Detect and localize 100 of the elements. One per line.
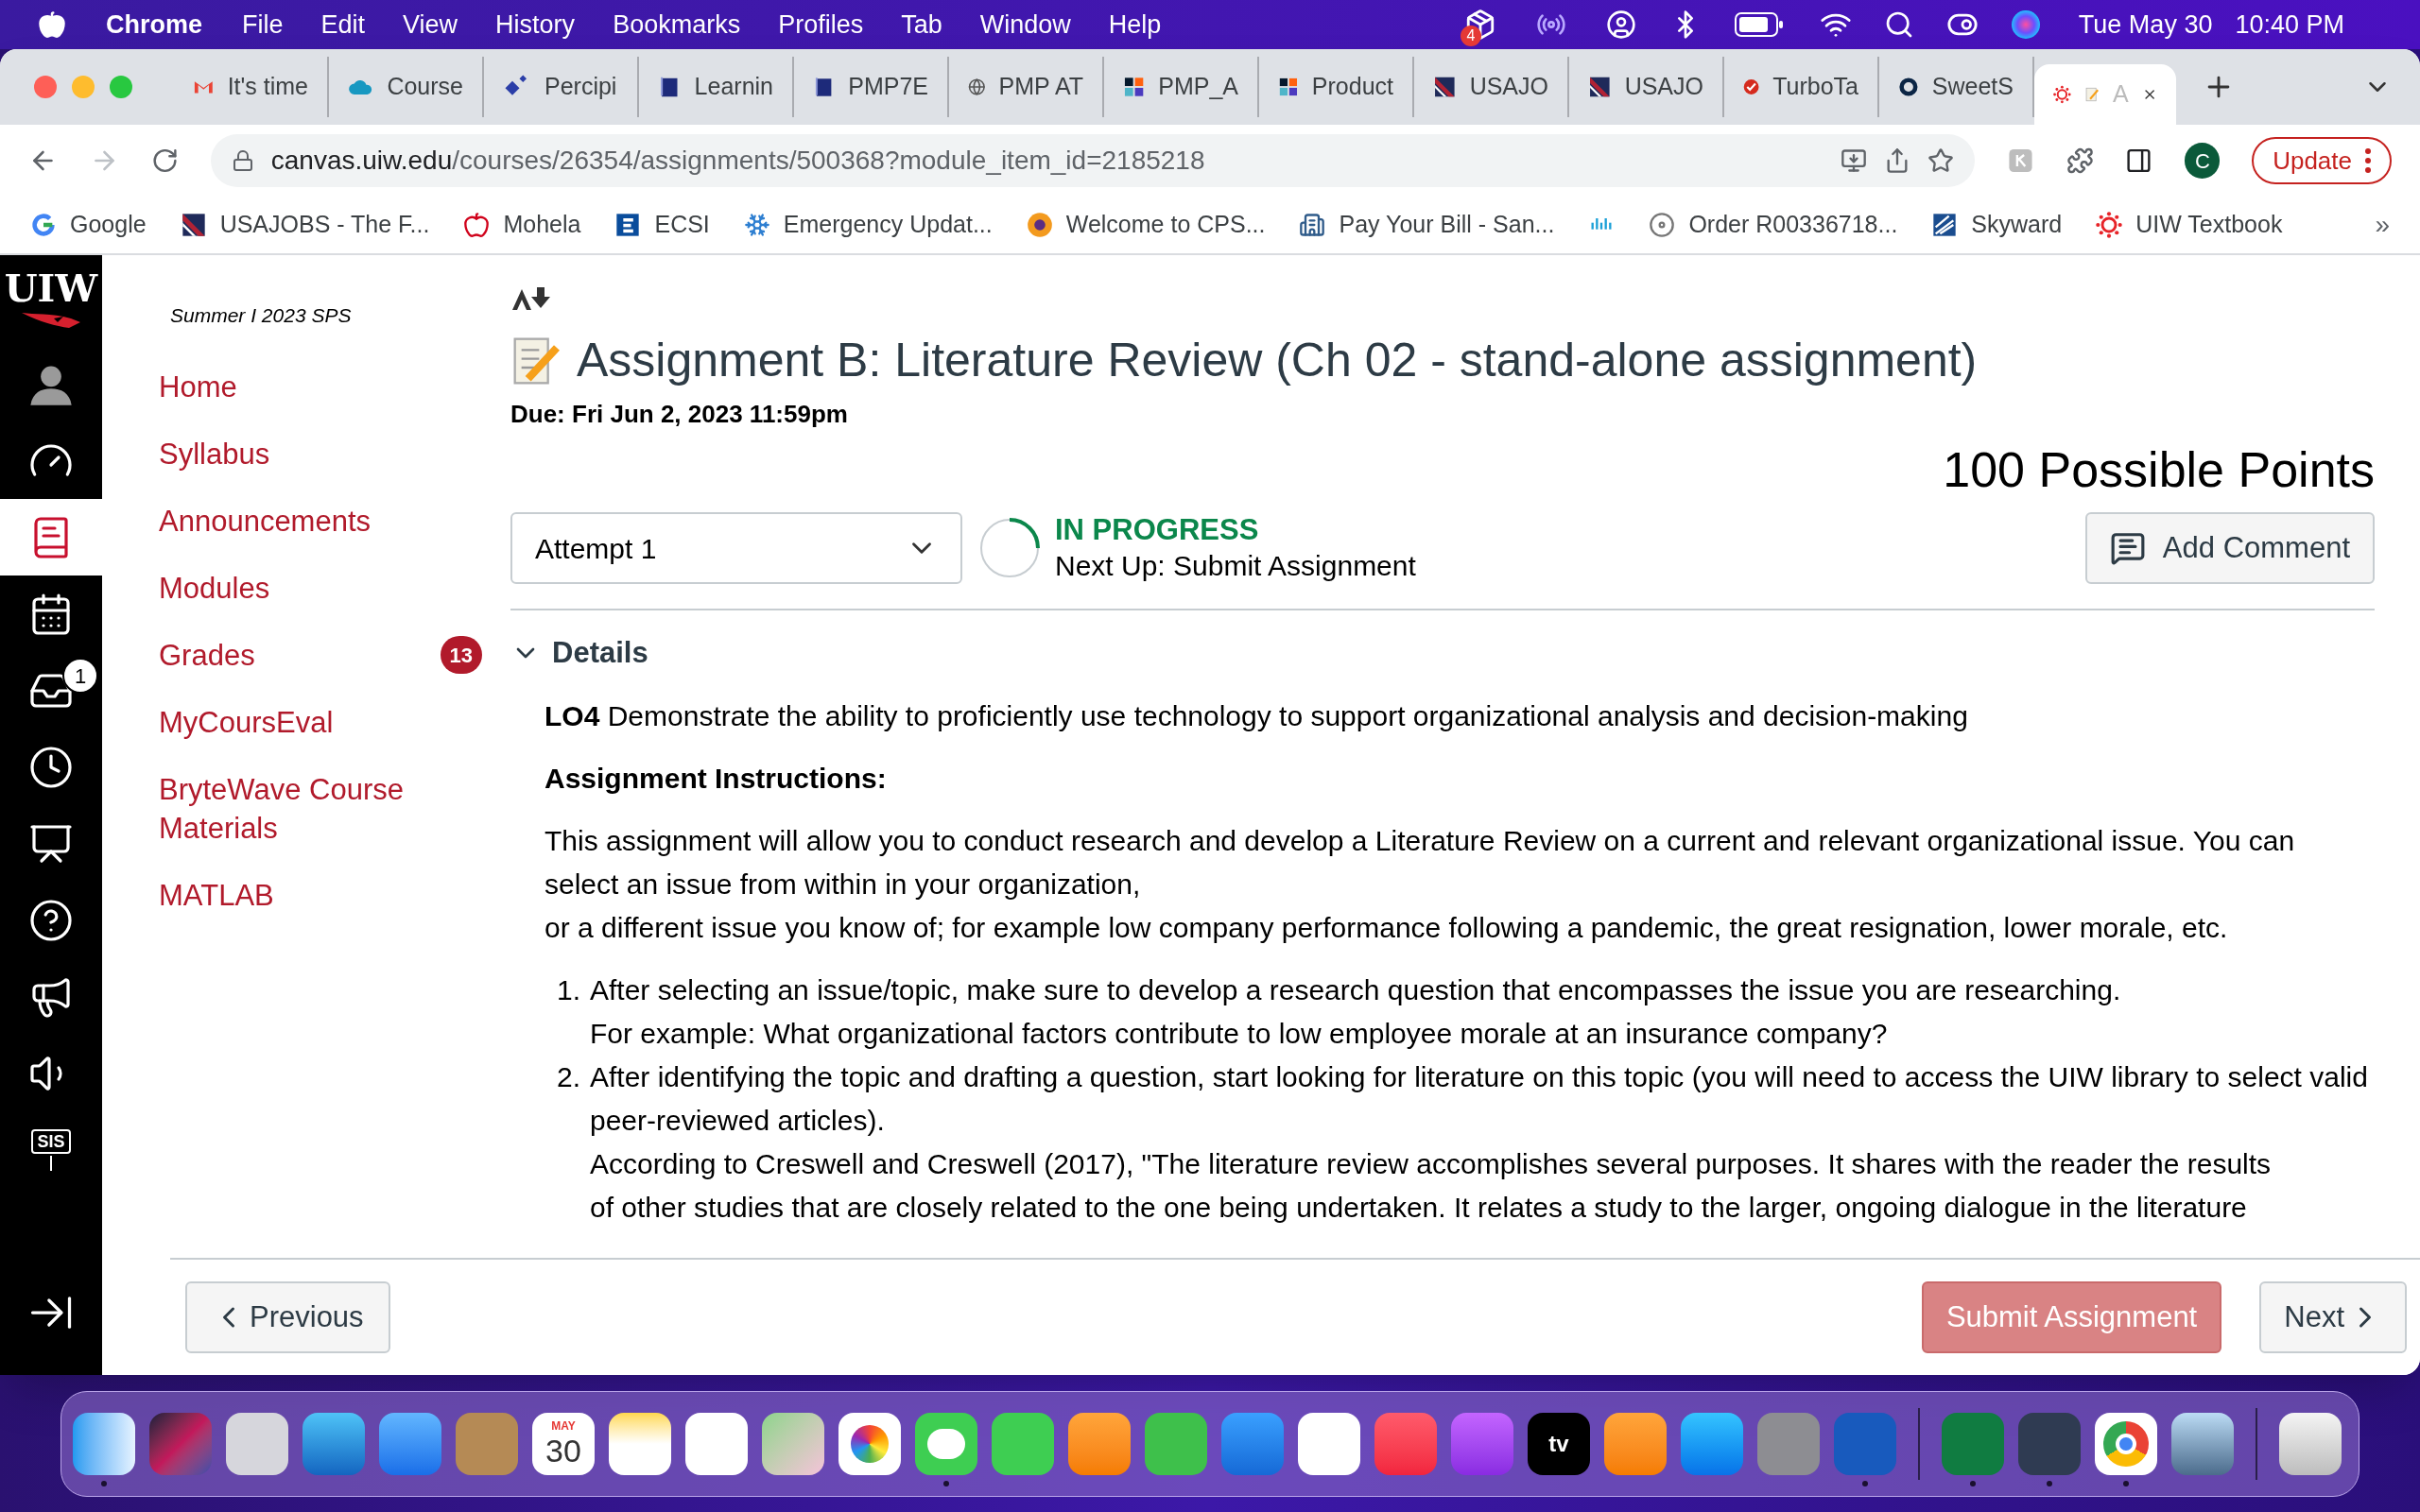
address-bar[interactable]: canvas.uiw.edu/courses/26354/assignments/500368?module_item_id=2185218 xyxy=(210,134,1975,187)
browser-tab[interactable]: Course xyxy=(329,57,484,117)
notification-badge: 4 xyxy=(1460,26,1481,46)
school-logo[interactable]: UIW xyxy=(0,255,102,346)
user-icon[interactable] xyxy=(1605,9,1636,40)
browser-tab[interactable]: PMP_A xyxy=(1104,57,1259,117)
bookmark-star-icon[interactable] xyxy=(1927,147,1954,174)
tab-title: Percipi xyxy=(544,72,617,102)
date-text: Tue May 30 xyxy=(2078,9,2213,41)
list-item-text: For example: What organizational factors contribute to low employee morale at an insurance company? xyxy=(590,1016,1889,1051)
bookmark[interactable]: ECSI xyxy=(614,207,710,243)
calendar-icon[interactable]: MAY 30 xyxy=(532,1412,595,1475)
course-nav-link[interactable]: Announcements xyxy=(159,501,372,541)
menu-item[interactable]: History xyxy=(495,5,576,44)
tab-title: TurboTa xyxy=(1772,72,1858,102)
apple-icon xyxy=(463,212,491,238)
flower-icon[interactable] xyxy=(838,1412,901,1475)
tab-title: Course xyxy=(387,72,463,102)
list-item-text: After identifying the topic and drafting a question, start looking for literature on this topic (you will need to access the UIW library to select valid peer-reviewed articles). xyxy=(590,1059,2369,1138)
browser-tab[interactable]: PMP7E xyxy=(794,57,949,117)
course-nav-link[interactable]: Syllabus xyxy=(159,434,270,473)
course-nav-link[interactable]: Modules xyxy=(159,568,270,608)
tab-title: It's time xyxy=(227,72,308,102)
bookmark[interactable]: Pay Your Bill - San... xyxy=(1299,207,1555,243)
list-number: 2. xyxy=(555,1059,581,1094)
menu-item[interactable]: Window xyxy=(979,5,1071,44)
tv-icon[interactable]: tv xyxy=(1528,1412,1590,1475)
menu-item[interactable]: File xyxy=(242,5,284,44)
course-nav-link[interactable]: BryteWave Course Materials xyxy=(159,769,482,848)
bookmark[interactable]: Emergency Updat... xyxy=(743,207,993,243)
menu-item[interactable]: Tab xyxy=(901,5,942,44)
building-icon xyxy=(1299,212,1326,238)
install-icon[interactable] xyxy=(1840,147,1867,174)
bookmark[interactable]: Google xyxy=(30,207,147,243)
paragraph: or a different issue you know of; for example low company performance following a pandemic, the great resignation, lower morale, etc. xyxy=(544,910,2229,945)
reload-icon[interactable] xyxy=(150,146,179,175)
list-item-text: After selecting an issue/topic, make sure to develop a research question that encompasses the issue you are researching. xyxy=(590,972,2121,1007)
nav-item[interactable]: 1 xyxy=(0,652,102,729)
lock-icon xyxy=(231,149,254,172)
due-date: Due: Fri Jun 2, 2023 11:59pm xyxy=(510,399,849,430)
nav-item[interactable]: SIS xyxy=(0,1111,102,1188)
term-label: Summer I 2023 SPS xyxy=(170,303,353,328)
next-button[interactable]: Next xyxy=(2259,1281,2407,1353)
course-nav-link[interactable]: MATLAB xyxy=(159,875,274,915)
bookmark[interactable]: Welcome to CPS... xyxy=(1026,207,1266,243)
circle-logo-icon[interactable] xyxy=(2095,1412,2157,1475)
dotted-ring-icon xyxy=(2096,212,2123,238)
snowflake-icon xyxy=(743,212,770,238)
previous-button[interactable]: Previous xyxy=(185,1281,390,1353)
menu-item[interactable]: View xyxy=(403,5,458,44)
notification-badge: 1 xyxy=(62,658,98,694)
bookmark[interactable]: USAJOBS - The F... xyxy=(180,207,430,243)
side-panel-icon[interactable] xyxy=(2125,146,2153,175)
course-nav-link[interactable]: Grades xyxy=(159,635,255,675)
update-button[interactable]: Update xyxy=(2252,137,2392,184)
menu-item[interactable]: Profiles xyxy=(778,5,864,44)
speech-bubble-icon[interactable] xyxy=(915,1412,977,1475)
browser-tab[interactable]: Learnin xyxy=(639,57,794,117)
more-bookmarks[interactable]: » xyxy=(2375,205,2390,245)
progress-ring-icon xyxy=(977,516,1042,580)
browser-tab[interactable]: Product xyxy=(1259,57,1414,117)
bookmark[interactable]: Order R00336718... xyxy=(1649,207,1898,243)
details-toggle[interactable]: Details xyxy=(510,631,648,676)
browser-tab[interactable]: PMP AT xyxy=(949,57,1104,117)
profile-avatar[interactable]: C xyxy=(2185,143,2221,179)
circle-logo-icon xyxy=(30,212,57,238)
bookmark[interactable]: Mohela xyxy=(463,207,581,243)
browser-tab[interactable]: Percipi xyxy=(484,57,639,117)
add-comment-button[interactable]: Add Comment xyxy=(2084,512,2375,584)
tab-title: PMP_A xyxy=(1158,72,1238,102)
tab-title: SweetS xyxy=(1931,72,2014,102)
browser-tab[interactable]: USAJO xyxy=(1414,57,1569,117)
app-menu[interactable]: Chrome xyxy=(106,5,202,44)
tab-title: Product xyxy=(1311,72,1393,102)
clock-text: 10:40 PM xyxy=(2235,9,2344,41)
course-nav-link[interactable]: Home xyxy=(159,367,237,406)
tab-title: USAJO xyxy=(1624,72,1703,102)
course-nav-link[interactable]: MyCoursEval xyxy=(159,702,334,742)
assignment-title: Assignment B: Literature Review (Ch 02 - stand-alone assignment) xyxy=(577,333,1978,388)
battery-icon[interactable] xyxy=(1734,12,1784,37)
apple-icon[interactable] xyxy=(38,10,66,39)
menu-item[interactable]: Edit xyxy=(320,5,366,44)
count-badge: 13 xyxy=(440,636,482,674)
stripes-icon xyxy=(1931,212,1959,238)
list-item-text: of other studies that are closely related to the one being undertaken. It relates a study to the larger, ongoing dialogue in the literature xyxy=(590,1190,2248,1225)
menu-item[interactable]: Help xyxy=(1108,5,1162,44)
square-icon xyxy=(614,212,642,238)
bookmark[interactable]: UIW Textbook xyxy=(2096,207,2283,243)
learning-objective: LO4 Demonstrate the ability to proficiently use technology to support organizational analysis and decision-making xyxy=(544,698,1969,733)
bookmark[interactable]: Skyward xyxy=(1931,207,2063,243)
browser-tab[interactable]: TurboTa xyxy=(1724,57,1879,117)
tab-title: A xyxy=(2113,79,2129,110)
browser-tab[interactable]: It's time xyxy=(174,57,329,117)
tab-title: PMP AT xyxy=(998,72,1083,102)
more-icon xyxy=(2365,148,2371,173)
browser-tab[interactable]: USAJO xyxy=(1569,57,1724,117)
instructions-heading: Assignment Instructions: xyxy=(544,761,888,796)
puzzle-icon[interactable] xyxy=(2066,146,2094,175)
attempt-select[interactable]: Attempt 1 xyxy=(510,512,962,584)
menu-item[interactable]: Bookmarks xyxy=(613,5,741,44)
